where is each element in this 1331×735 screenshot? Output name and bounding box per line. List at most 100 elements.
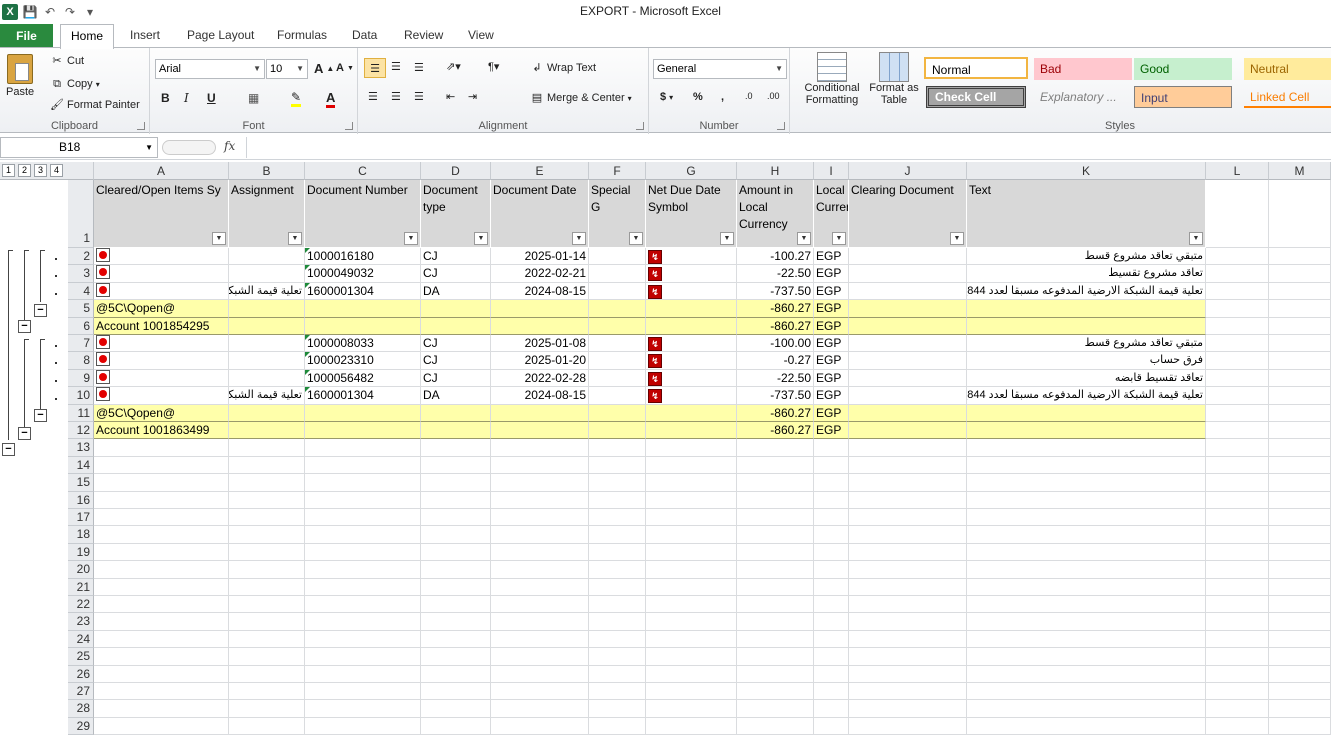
empty-cell[interactable] [646,717,737,735]
empty-cell[interactable] [421,630,491,649]
currency-icon[interactable]: $ ▾ [660,91,673,103]
cell-h6[interactable]: -860.27 [737,317,814,335]
cell-m2[interactable] [1269,248,1331,266]
collapse-group-row12-icon[interactable]: − [18,427,31,440]
cell-c10[interactable]: 1600001304 [305,387,421,405]
collapse-group-all-icon[interactable]: − [2,443,15,456]
empty-cell[interactable] [1206,456,1269,475]
cell-e5[interactable] [491,300,589,318]
cell-d2[interactable]: CJ [421,248,491,266]
cell-e8[interactable]: 2025-01-20 [491,352,589,370]
empty-cell[interactable] [229,578,305,596]
empty-cell[interactable] [737,526,814,544]
row-header[interactable]: 7 [68,335,94,353]
empty-cell[interactable] [814,526,849,544]
empty-cell[interactable] [737,613,814,631]
empty-cell[interactable] [589,543,646,562]
row-header[interactable]: 18 [68,526,94,544]
cell-m12[interactable] [1269,422,1331,440]
empty-cell[interactable] [491,700,589,718]
tab-review[interactable]: Review [404,28,443,42]
cell-g2[interactable]: ↯ [646,248,737,266]
shrink-font-icon[interactable]: A ▼ [336,62,354,74]
empty-cell[interactable] [646,700,737,718]
cell-f9[interactable] [589,369,646,388]
empty-cell[interactable] [646,491,737,509]
empty-cell[interactable] [737,630,814,649]
empty-cell[interactable] [491,526,589,544]
cell-h5[interactable]: -860.27 [737,300,814,318]
empty-cell[interactable] [1269,648,1331,666]
cell-a6[interactable]: Account 1001854295 [94,317,229,335]
font-color-icon[interactable]: A [326,90,336,108]
decrease-indent-icon[interactable]: ⇤ [446,90,455,103]
empty-cell[interactable] [94,665,229,683]
cell-m6[interactable] [1269,317,1331,335]
cell-g6[interactable] [646,317,737,335]
cell-b6[interactable] [229,317,305,335]
cell-h7[interactable]: -100.00 [737,335,814,353]
cell-i2[interactable]: EGP [814,248,849,266]
empty-cell[interactable] [1206,700,1269,718]
empty-cell[interactable] [589,630,646,649]
empty-cell[interactable] [589,683,646,701]
align-top-icon[interactable]: ☰ [364,58,386,78]
number-launcher-icon[interactable] [777,122,785,130]
empty-cell[interactable] [491,456,589,475]
cell-k10[interactable]: تعلية قيمة الشبكة الارضية المدفوعه مسبقا… [967,387,1206,405]
empty-cell[interactable] [94,613,229,631]
conditional-formatting-button[interactable]: Conditional Formatting [798,52,866,106]
empty-cell[interactable] [737,456,814,475]
empty-cell[interactable] [849,439,967,457]
empty-cell[interactable] [1206,491,1269,509]
cell-j10[interactable] [849,387,967,405]
empty-cell[interactable] [589,648,646,666]
row-header[interactable]: 16 [68,491,94,509]
empty-cell[interactable] [1206,561,1269,579]
cell-c2[interactable]: 1000016180 [305,248,421,266]
cell-e10[interactable]: 2024-08-15 [491,387,589,405]
cell-g10[interactable]: ↯ [646,387,737,405]
empty-cell[interactable] [737,578,814,596]
empty-cell[interactable] [646,543,737,562]
empty-cell[interactable] [849,526,967,544]
empty-cell[interactable] [646,596,737,614]
empty-cell[interactable] [646,683,737,701]
empty-cell[interactable] [589,700,646,718]
cell-b10[interactable]: تعلية قيمة الشبكة [229,387,305,405]
cell-h10[interactable]: -737.50 [737,387,814,405]
column-header-k[interactable]: K [967,162,1206,180]
empty-cell[interactable] [421,613,491,631]
empty-cell[interactable] [421,474,491,492]
empty-cell[interactable] [1269,491,1331,509]
empty-cell[interactable] [737,700,814,718]
cell-a4[interactable] [94,282,229,301]
cell-l11[interactable] [1206,404,1269,422]
cell-m11[interactable] [1269,404,1331,422]
tab-home[interactable]: Home [60,24,114,49]
cell-l9[interactable] [1206,369,1269,388]
empty-cell[interactable] [737,648,814,666]
empty-cell[interactable] [305,474,421,492]
empty-cell[interactable] [1269,509,1331,527]
empty-cell[interactable] [1269,683,1331,701]
empty-cell[interactable] [589,613,646,631]
empty-cell[interactable] [421,561,491,579]
empty-cell[interactable] [967,665,1206,683]
empty-cell[interactable] [646,648,737,666]
cell-k11[interactable] [967,404,1206,422]
empty-cell[interactable] [94,526,229,544]
cell-l7[interactable] [1206,335,1269,353]
empty-cell[interactable] [94,648,229,666]
format-as-table-button[interactable]: Format as Table [866,52,922,106]
row-header[interactable]: 2 [68,248,94,266]
empty-cell[interactable] [849,578,967,596]
empty-cell[interactable] [491,683,589,701]
empty-cell[interactable] [1206,613,1269,631]
empty-cell[interactable] [589,526,646,544]
cell-i6[interactable]: EGP [814,317,849,335]
cell-b3[interactable] [229,265,305,283]
empty-cell[interactable] [421,578,491,596]
cell-c7[interactable]: 1000008033 [305,335,421,353]
filter-dropdown-icon[interactable]: ▼ [720,232,734,245]
